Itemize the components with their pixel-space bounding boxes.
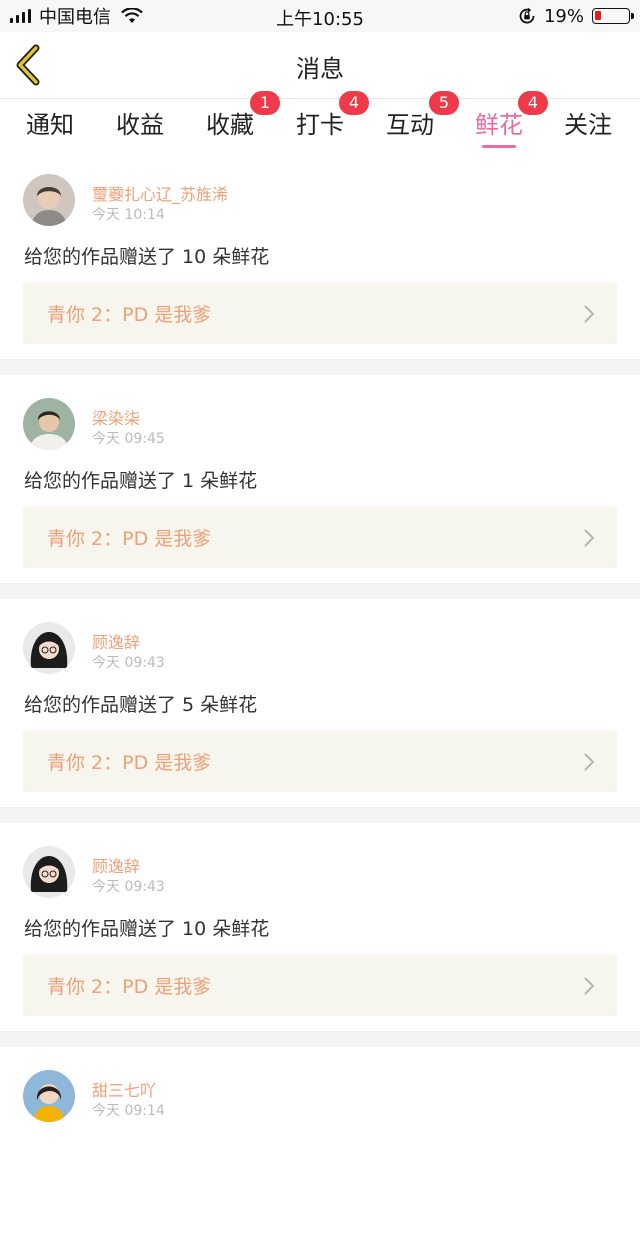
avatar[interactable]	[23, 398, 75, 450]
tab-label: 关注	[564, 111, 612, 139]
sender-name[interactable]: 梁染柒	[92, 405, 140, 429]
tab-label: 收益	[116, 111, 164, 139]
tab-flowers[interactable]: 鲜花 4	[475, 91, 548, 148]
tab-checkin[interactable]: 打卡 4	[296, 91, 369, 140]
tab-badge: 5	[429, 91, 459, 115]
work-title: 青你 2：PD 是我爹	[47, 752, 212, 774]
avatar[interactable]	[23, 622, 75, 674]
timestamp: 今天 10:14	[92, 207, 165, 223]
rotation-lock-icon	[519, 7, 535, 24]
list-item: 梁染柒 今天 09:45 给您的作品赠送了 1 朵鲜花 青你 2：PD 是我爹	[0, 375, 640, 583]
status-right: 19%	[518, 5, 634, 27]
tab-label: 打卡	[296, 111, 344, 139]
work-link[interactable]: 青你 2：PD 是我爹	[23, 282, 617, 344]
divider	[0, 1031, 640, 1047]
list-item: 顾逸辞 今天 09:43 给您的作品赠送了 10 朵鲜花 青你 2：PD 是我爹	[0, 823, 640, 1031]
work-link[interactable]: 青你 2：PD 是我爹	[23, 954, 617, 1016]
avatar[interactable]	[23, 174, 75, 226]
active-tab-indicator	[482, 145, 516, 148]
tab-badge: 1	[250, 91, 280, 115]
list-item: 顾逸辞 今天 09:43 给您的作品赠送了 5 朵鲜花 青你 2：PD 是我爹	[0, 599, 640, 807]
tab-badge: 4	[339, 91, 369, 115]
divider	[0, 807, 640, 823]
message-text: 给您的作品赠送了 1 朵鲜花	[24, 470, 258, 492]
tab-label: 互动	[386, 111, 434, 139]
sender-name[interactable]: 璽虁扎心辽_苏旌浠	[92, 181, 228, 205]
chevron-right-icon	[584, 529, 595, 547]
work-title: 青你 2：PD 是我爹	[47, 528, 212, 550]
sender-name[interactable]: 甜三七吖	[92, 1077, 156, 1101]
message-text: 给您的作品赠送了 5 朵鲜花	[24, 694, 258, 716]
message-text: 给您的作品赠送了 10 朵鲜花	[24, 918, 270, 940]
timestamp: 今天 09:43	[92, 655, 165, 671]
tab-label: 通知	[26, 111, 74, 139]
chevron-right-icon	[584, 753, 595, 771]
sender-name[interactable]: 顾逸辞	[92, 853, 140, 877]
tab-bar: 通知 收益 收藏 1 打卡 4 互动 5 鲜花 4 关注	[0, 91, 640, 149]
tab-earnings[interactable]: 收益	[116, 105, 164, 140]
flower-feed: 璽虁扎心辽_苏旌浠 今天 10:14 给您的作品赠送了 10 朵鲜花 青你 2：…	[0, 151, 640, 1255]
page-title: 消息	[296, 55, 344, 83]
divider	[0, 583, 640, 599]
list-item: 甜三七吖 今天 09:14	[0, 1047, 640, 1255]
timestamp: 今天 09:43	[92, 879, 165, 895]
sender-name[interactable]: 顾逸辞	[92, 629, 140, 653]
nav-header: 消息	[0, 32, 640, 99]
tab-following[interactable]: 关注	[564, 105, 612, 140]
timestamp: 今天 09:14	[92, 1103, 165, 1119]
tab-interactions[interactable]: 互动 5	[386, 91, 459, 140]
tab-notifications[interactable]: 通知	[26, 105, 74, 140]
status-bar: 中国电信 上午10:55 19%	[0, 0, 640, 32]
work-title: 青你 2：PD 是我爹	[47, 304, 212, 326]
chevron-right-icon	[584, 305, 595, 323]
battery-fill	[595, 11, 601, 20]
battery-percent: 19%	[543, 5, 584, 27]
work-link[interactable]: 青你 2：PD 是我爹	[23, 730, 617, 792]
work-link[interactable]: 青你 2：PD 是我爹	[23, 506, 617, 568]
battery-icon	[592, 8, 634, 24]
list-item: 璽虁扎心辽_苏旌浠 今天 10:14 给您的作品赠送了 10 朵鲜花 青你 2：…	[0, 151, 640, 359]
tab-favorites[interactable]: 收藏 1	[206, 91, 280, 140]
avatar[interactable]	[23, 1070, 75, 1122]
tab-badge: 4	[518, 91, 548, 115]
work-title: 青你 2：PD 是我爹	[47, 976, 212, 998]
message-text: 给您的作品赠送了 10 朵鲜花	[24, 246, 270, 268]
chevron-right-icon	[584, 977, 595, 995]
avatar[interactable]	[23, 846, 75, 898]
timestamp: 今天 09:45	[92, 431, 165, 447]
divider	[0, 359, 640, 375]
tab-label: 收藏	[206, 111, 254, 139]
tab-label: 鲜花	[475, 111, 523, 139]
